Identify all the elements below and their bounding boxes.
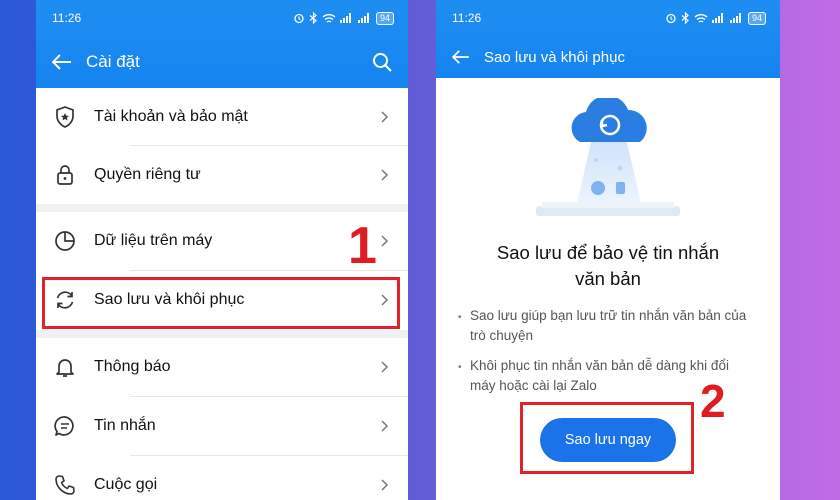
settings-item-label: Cuộc gọi: [94, 476, 158, 493]
bluetooth-icon: [681, 12, 689, 24]
chevron-right-icon: [381, 479, 389, 491]
status-time: 11:26: [452, 11, 482, 25]
chevron-right-icon: [381, 110, 389, 123]
settings-item-label: Tin nhắn: [94, 417, 156, 434]
battery-icon: 94: [375, 11, 394, 25]
chevron-right-icon: [381, 361, 389, 373]
status-bar: 11:26 94: [36, 0, 408, 36]
pie-chart-icon: [54, 230, 76, 252]
chevron-right-icon: [381, 420, 389, 432]
lock-icon: [54, 164, 76, 186]
settings-item-account-security[interactable]: Tài khoản và bảo mật: [36, 88, 408, 145]
wifi-icon: [694, 13, 708, 23]
highlight-box-backup-button: [520, 402, 694, 474]
back-arrow-icon[interactable]: [52, 54, 72, 70]
header: 11:26 94 Sao lưu và khôi phục: [436, 0, 780, 78]
step-number-2: 2: [700, 375, 726, 427]
chevron-right-icon: [381, 169, 389, 181]
settings-item-label: Thông báo: [94, 358, 171, 375]
settings-item-label: Quyền riêng tư: [94, 166, 201, 183]
backup-heading: Sao lưu để bảo vệ tin nhắn văn bản: [496, 242, 720, 289]
alarm-icon: [294, 13, 304, 24]
wifi-icon: [322, 13, 336, 23]
shield-icon: [54, 105, 76, 128]
search-icon[interactable]: [372, 52, 392, 72]
settings-item-messages[interactable]: Tin nhắn: [36, 397, 408, 455]
status-time: 11:26: [52, 11, 82, 25]
status-bar: 11:26 94: [436, 0, 780, 36]
signal-icon: [357, 13, 369, 23]
signal-icon: [339, 13, 351, 23]
section-gap: [36, 204, 408, 212]
settings-item-calls[interactable]: Cuộc gọi: [36, 456, 408, 500]
settings-item-label: Dữ liệu trên máy: [94, 232, 213, 249]
signal-icon: [711, 13, 723, 23]
battery-icon: 94: [747, 11, 766, 25]
alarm-icon: [666, 13, 676, 24]
step-number-1: 1: [348, 217, 377, 275]
settings-item-privacy[interactable]: Quyền riêng tư: [36, 146, 408, 204]
status-icons: 94: [665, 11, 766, 25]
header: 11:26 94 Cài đặt: [36, 0, 408, 88]
bluetooth-icon: [309, 12, 317, 24]
signal-icon: [729, 13, 741, 23]
page-title: Sao lưu và khôi phục: [484, 48, 625, 66]
section-gap: [36, 330, 408, 338]
app-bar: Cài đặt: [36, 36, 408, 88]
chevron-right-icon: [381, 235, 389, 247]
page-title: Cài đặt: [86, 52, 140, 71]
cloud-backup-illustration: [536, 98, 680, 216]
highlight-box-backup-row: [42, 277, 400, 329]
settings-item-label: Tài khoản và bảo mật: [94, 107, 248, 125]
status-icons: 94: [293, 11, 394, 25]
info-bullet: Sao lưu giúp bạn lưu trữ tin nhắn văn bả…: [458, 306, 768, 346]
phone-icon: [54, 474, 76, 496]
message-icon: [54, 415, 76, 437]
app-bar: Sao lưu và khôi phục: [436, 36, 780, 78]
back-arrow-icon[interactable]: [452, 50, 470, 64]
settings-item-notifications[interactable]: Thông báo: [36, 338, 408, 396]
bell-icon: [54, 356, 76, 378]
